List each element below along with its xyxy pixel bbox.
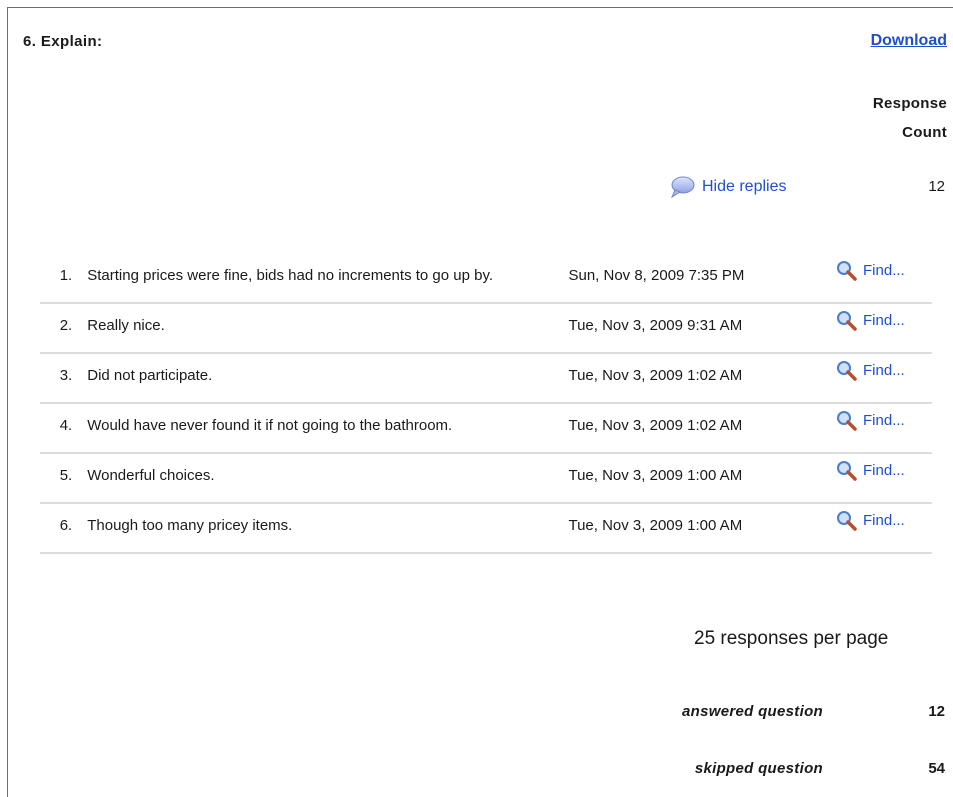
download-link[interactable]: Download bbox=[871, 32, 947, 50]
responses-per-page-selector[interactable]: 25 responses per page bbox=[694, 628, 888, 650]
magnifier-icon bbox=[837, 261, 857, 281]
skipped-question-value: 54 bbox=[928, 760, 945, 777]
replies-table: 1. Starting prices were fine, bids had n… bbox=[40, 254, 932, 554]
reply-number: 5. bbox=[59, 467, 73, 484]
find-label: Find... bbox=[863, 362, 905, 379]
find-link[interactable]: Find... bbox=[835, 259, 905, 283]
reply-date: Tue, Nov 3, 2009 1:02 AM bbox=[568, 353, 836, 404]
find-label: Find... bbox=[863, 312, 905, 329]
magnifier-icon bbox=[837, 311, 857, 331]
find-link[interactable]: Find... bbox=[835, 409, 905, 433]
table-row: 4. Would have never found it if not goin… bbox=[40, 403, 932, 454]
reply-text: Starting prices were fine, bids had no i… bbox=[87, 254, 569, 304]
reply-number: 2. bbox=[59, 317, 73, 334]
magnifier-icon bbox=[837, 461, 857, 481]
magnifier-icon bbox=[837, 411, 857, 431]
speech-bubble-icon bbox=[669, 176, 695, 199]
reply-text: Would have never found it if not going t… bbox=[87, 403, 569, 454]
find-label: Find... bbox=[863, 412, 905, 429]
table-row: 3. Did not participate. Tue, Nov 3, 2009… bbox=[40, 353, 932, 404]
table-row: 1. Starting prices were fine, bids had n… bbox=[40, 254, 932, 304]
find-label: Find... bbox=[863, 512, 905, 529]
find-label: Find... bbox=[863, 462, 905, 479]
magnifier-icon bbox=[837, 511, 857, 531]
answered-question-label: answered question bbox=[682, 703, 823, 720]
response-count-header-line2: Count bbox=[902, 124, 947, 141]
find-label: Find... bbox=[863, 262, 905, 279]
find-link[interactable]: Find... bbox=[835, 309, 905, 333]
reply-date: Tue, Nov 3, 2009 1:02 AM bbox=[568, 403, 836, 454]
response-count-header: Response Count bbox=[837, 89, 947, 147]
reply-date: Sun, Nov 8, 2009 7:35 PM bbox=[568, 254, 836, 304]
find-link[interactable]: Find... bbox=[835, 509, 905, 533]
hide-replies-link[interactable]: Hide replies bbox=[669, 176, 787, 199]
answered-question-value: 12 bbox=[928, 703, 945, 720]
question-title: 6. Explain: bbox=[23, 33, 103, 50]
table-row: 6. Though too many pricey items. Tue, No… bbox=[40, 503, 932, 554]
table-row: 5. Wonderful choices. Tue, Nov 3, 2009 1… bbox=[40, 453, 932, 504]
magnifier-icon bbox=[837, 361, 857, 381]
reply-number: 4. bbox=[59, 417, 73, 434]
reply-number: 3. bbox=[59, 367, 73, 384]
reply-number: 6. bbox=[59, 517, 73, 534]
reply-number: 1. bbox=[59, 267, 73, 284]
reply-date: Tue, Nov 3, 2009 1:00 AM bbox=[568, 453, 836, 504]
response-count-header-line1: Response bbox=[872, 95, 947, 112]
reply-text: Though too many pricey items. bbox=[87, 503, 569, 554]
reply-text: Wonderful choices. bbox=[87, 453, 569, 504]
reply-text: Did not participate. bbox=[87, 353, 569, 404]
response-count-value: 12 bbox=[928, 178, 945, 195]
hide-replies-label: Hide replies bbox=[702, 178, 787, 195]
find-link[interactable]: Find... bbox=[835, 359, 905, 383]
find-link[interactable]: Find... bbox=[835, 459, 905, 483]
reply-date: Tue, Nov 3, 2009 9:31 AM bbox=[568, 303, 836, 354]
table-row: 2. Really nice. Tue, Nov 3, 2009 9:31 AM… bbox=[40, 303, 932, 354]
reply-date: Tue, Nov 3, 2009 1:00 AM bbox=[568, 503, 836, 554]
skipped-question-label: skipped question bbox=[694, 760, 823, 777]
reply-text: Really nice. bbox=[87, 303, 569, 354]
